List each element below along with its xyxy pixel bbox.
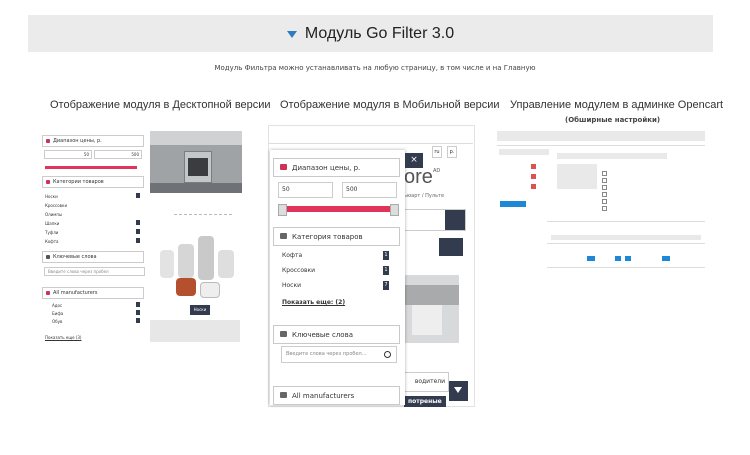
category-header[interactable]: Категория товаров [273,227,400,246]
search-icon[interactable] [445,210,465,230]
subtitle: Модуль Фильтра можно устанавливать на лю… [214,64,536,72]
search-icon[interactable] [384,351,391,358]
price-range-header[interactable]: Диапазон цены, р. [273,158,400,177]
category-item[interactable]: Носки [282,282,301,289]
count-badge: 1 [383,251,389,260]
grid-view-icon[interactable] [439,238,463,256]
desktop-heading: Отображение модуля в Десктопной версии [50,99,271,111]
price-icon [46,139,50,143]
breadcrumb: ьюарт / Пульте [404,193,445,199]
filter-toggle-button[interactable] [449,381,468,401]
count-badge [136,318,140,323]
price-min-input[interactable]: 50 [278,182,333,198]
category-item[interactable]: Кроссовки [45,203,67,208]
price-max-input[interactable]: 500 [94,150,142,159]
count-badge [136,302,140,307]
store-search[interactable] [404,209,466,231]
manufacturer-item[interactable]: Бифа [52,311,63,316]
count-badge: 7 [383,281,389,290]
keywords-label: Ключевые слова [292,331,353,339]
keywords-placeholder: Введите слова через пробел... [286,351,367,357]
category-item[interactable]: Носки [45,194,58,199]
admin-subheading: (Обширные настройки) [565,116,661,124]
product-image [150,320,240,342]
kitchen-oven-image [150,131,242,193]
admin-heading: Управление модулем в админке Opencart [510,99,724,111]
close-panel-button[interactable]: × [405,153,423,168]
category-header[interactable]: Категории товаров [42,176,144,188]
price-min-input[interactable]: 50 [44,150,92,159]
price-icon [280,164,287,170]
price-range-label: Диапазон цены, р. [53,138,102,144]
count-badge [136,220,140,225]
slider-handle-max[interactable] [390,204,399,216]
category-label: Категория товаров [292,233,363,241]
price-max-input[interactable]: 500 [342,182,397,198]
keywords-input[interactable]: Введите слова через пробел... [281,346,397,363]
category-label: Категории товаров [53,179,104,185]
category-item[interactable]: Шапки [45,221,59,226]
kitchen-image [404,275,459,343]
product-tag: Носки [190,305,210,315]
keywords-header[interactable]: Ключевые слова [42,251,144,263]
filter-funnel-icon [454,387,462,393]
category-icon [46,180,50,184]
price-range-label: Диапазон цены, р. [292,164,361,172]
mobile-topbar [268,127,473,144]
filter-funnel-icon [286,31,297,38]
manufacturer-item[interactable]: Обув [52,319,62,324]
keywords-header[interactable]: Ключевые слова [273,325,400,344]
slider-handle-min[interactable] [278,204,287,216]
price-slider[interactable] [45,166,137,169]
desktop-filter-panel: Диапазон цены, р. 50 500 Категории товар… [42,130,145,345]
keywords-label: Ключевые слова [53,254,97,260]
manufacturers-label: All manufacturers [53,290,98,296]
count-badge [136,193,140,198]
manufacturers-header[interactable]: All manufacturers [273,386,400,405]
manufacturers-button[interactable]: водители [404,372,449,392]
show-more-link[interactable]: Показать еще: (2) [282,299,345,306]
category-item[interactable]: Кофта [282,252,302,259]
count-badge [136,310,140,315]
mobile-heading: Отображение модуля в Мобильной версии [280,99,500,111]
manufacturers-label: All manufacturers [292,392,355,400]
banner-title: Модуль Go Filter 3.0 [304,24,455,42]
manufacturers-header[interactable]: All manufacturers [42,287,144,299]
tag-icon [46,255,50,259]
category-item[interactable]: Туфли [45,230,58,235]
category-icon [280,233,287,239]
divider [174,214,232,215]
manufacturer-icon [46,291,50,295]
category-item[interactable]: Кофта [45,239,59,244]
nav-button[interactable]: p. [447,146,457,158]
popular-tab[interactable]: потреные [404,396,446,407]
module-banner: Модуль Go Filter 3.0 [28,15,713,52]
keywords-input[interactable]: Введите слова через пробел [44,267,145,276]
nav-button[interactable]: ru [432,146,442,158]
manufacturer-item[interactable]: Адос [52,303,62,308]
category-item[interactable]: Кроссовки [282,267,315,274]
show-more-link[interactable]: Показать еще (3) [45,335,82,340]
store-logo-suffix: AD [433,168,441,174]
count-badge [136,229,140,234]
tag-icon [280,331,287,337]
count-badge [136,238,140,243]
admin-settings-screenshot [497,131,705,271]
tag-icon [280,392,287,398]
category-item[interactable]: Олимпы [45,212,62,217]
mobile-filter-panel: Диапазон цены, р. 50 500 Категория товар… [270,150,405,405]
price-range-header[interactable]: Диапазон цены, р. [42,135,144,147]
count-badge: 1 [383,266,389,275]
store-logo: ore [404,166,433,188]
price-slider[interactable] [280,206,396,212]
